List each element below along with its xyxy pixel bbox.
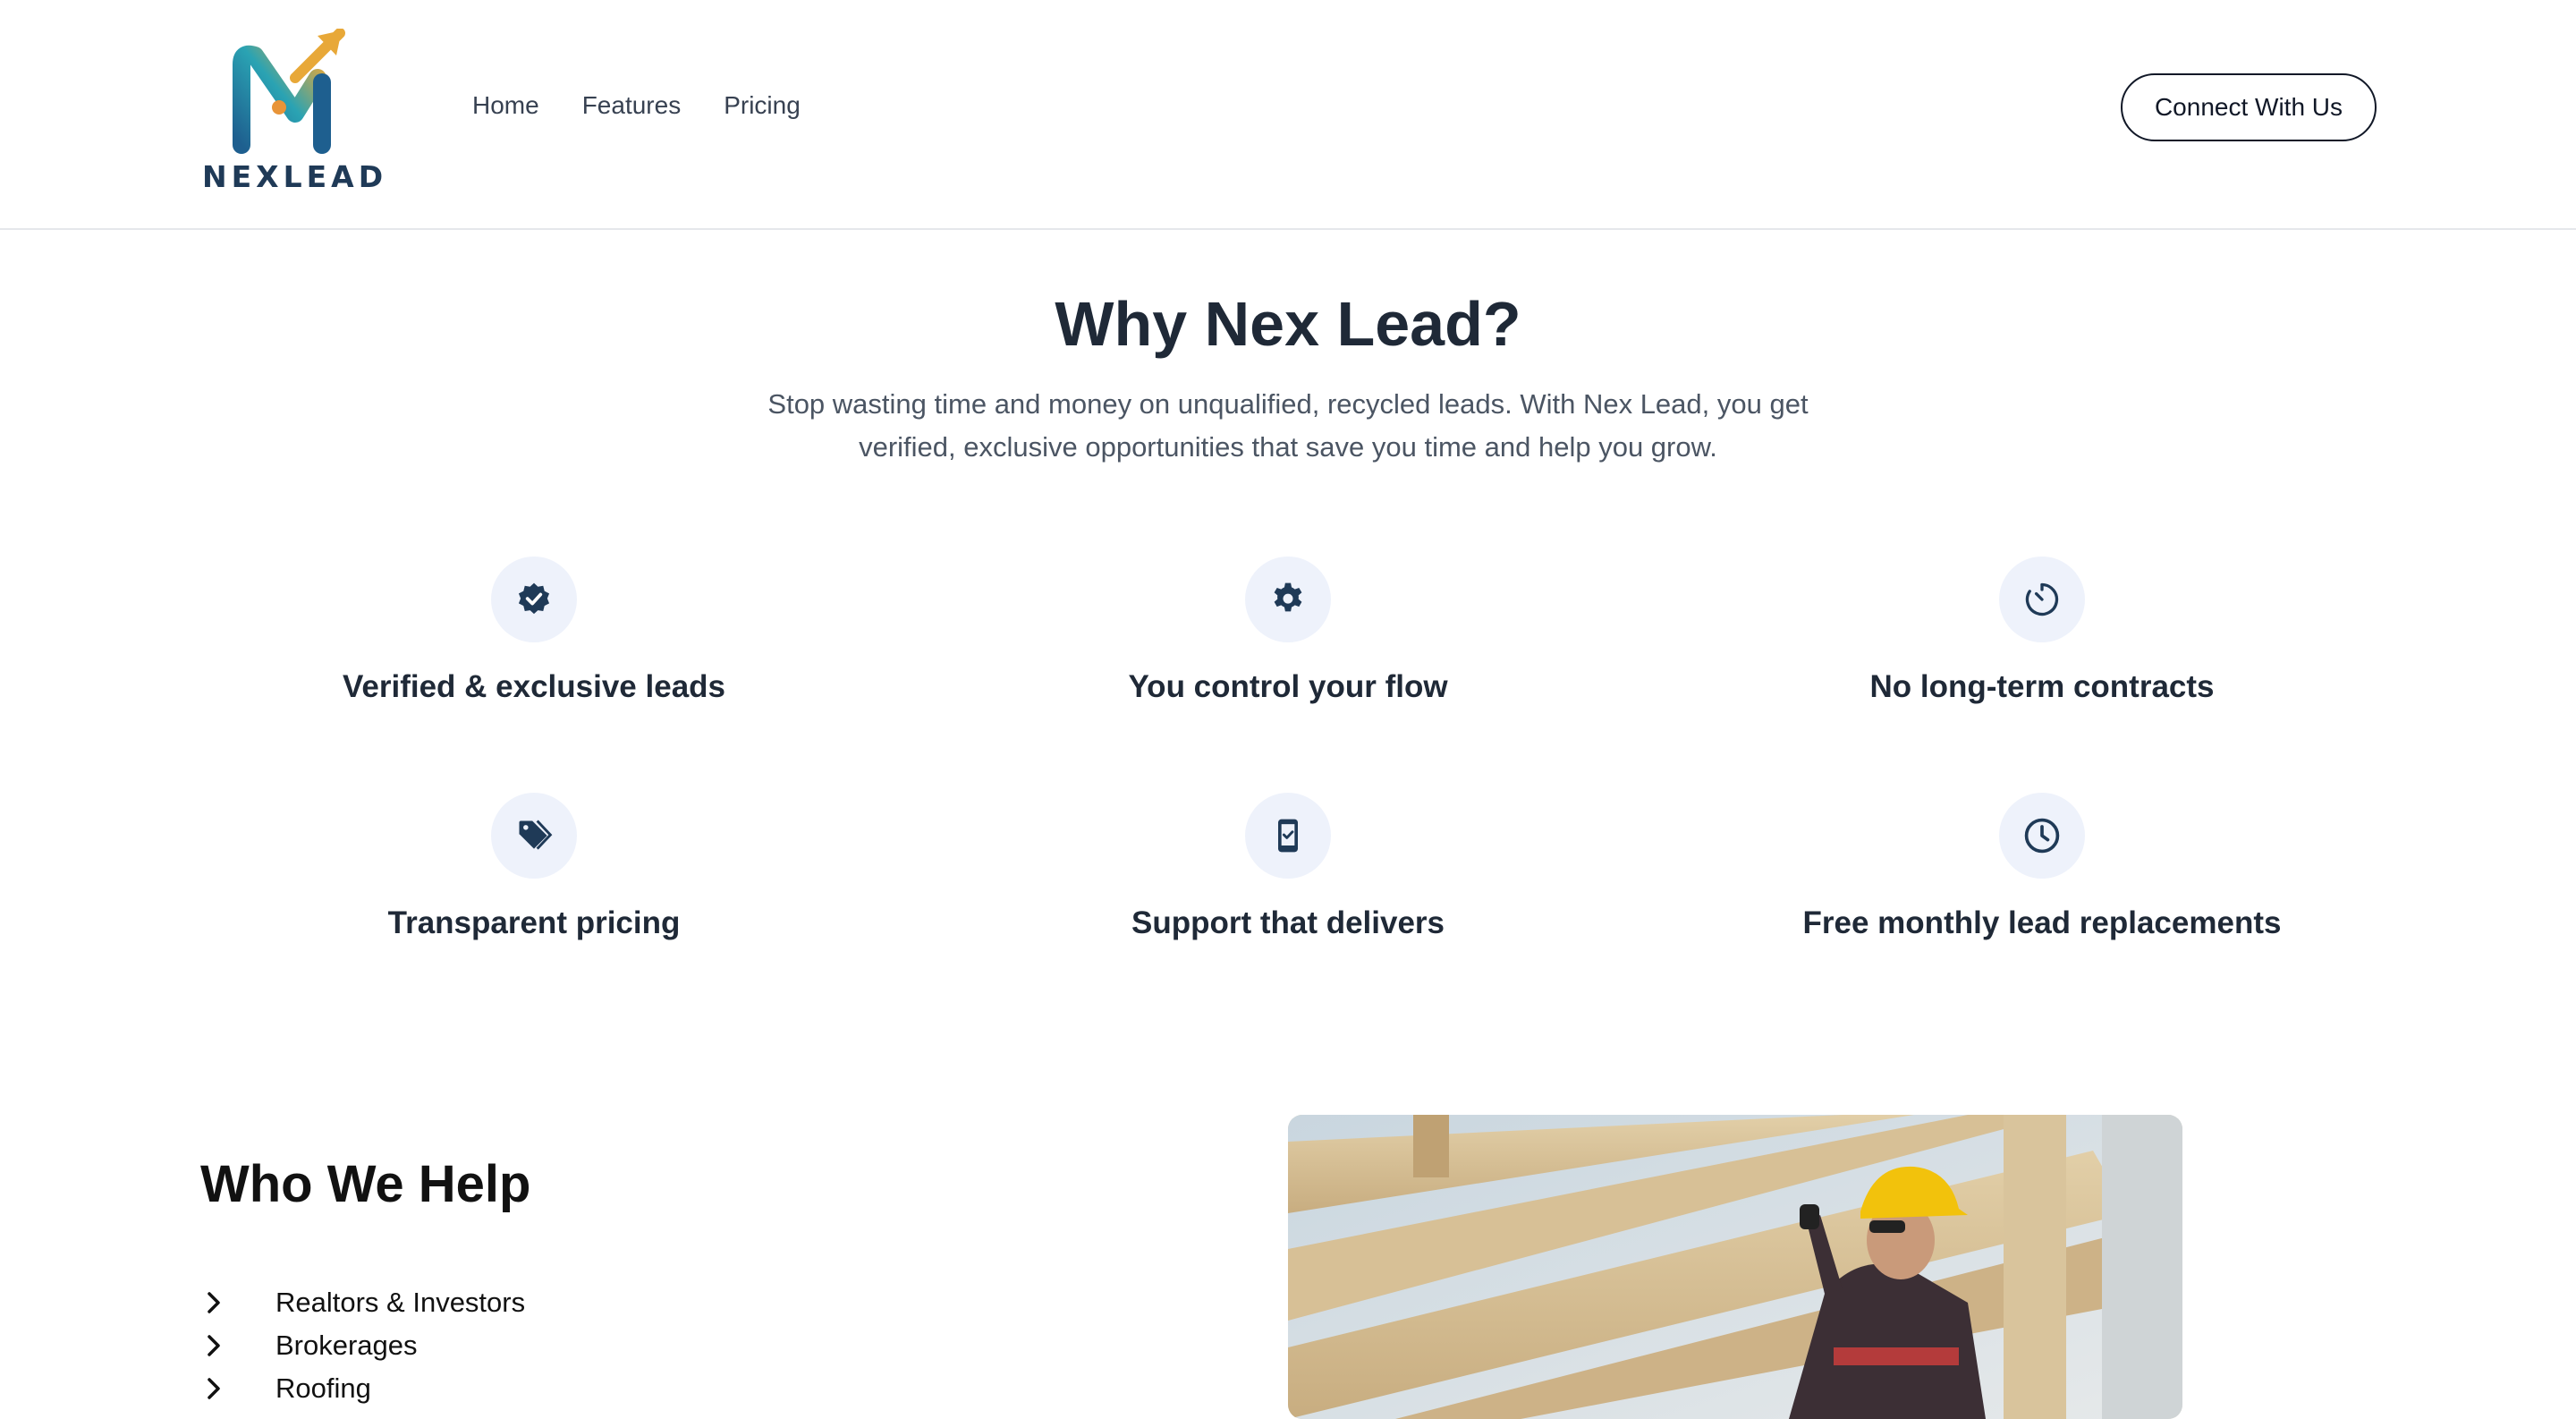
- list-item: Brokerages: [206, 1324, 525, 1367]
- phone-check-icon: [1278, 819, 1298, 853]
- feature-label: Verified & exclusive leads: [342, 669, 725, 704]
- why-subtitle: Stop wasting time and money on unqualifi…: [767, 388, 1809, 463]
- roof-framing-illustration: [1288, 1115, 2182, 1419]
- why-title: Why Nex Lead?: [1055, 289, 1521, 359]
- feature-label: You control your flow: [1128, 669, 1448, 704]
- nav-features[interactable]: Features: [582, 91, 682, 120]
- main-nav: Home Features Pricing: [472, 91, 801, 120]
- brand-logo[interactable]: NEXLEAD: [200, 29, 388, 199]
- clock-icon: [2024, 818, 2060, 854]
- chevron-right-icon: [206, 1376, 245, 1401]
- roofer-photo: [1288, 1115, 2182, 1419]
- site-header: NEXLEAD Home Features Pricing Connect Wi…: [0, 0, 2576, 230]
- connect-button[interactable]: Connect With Us: [2121, 73, 2377, 141]
- feature-replacements: Free monthly lead replacements: [1666, 793, 2418, 941]
- list-item-label: Realtors & Investors: [275, 1287, 526, 1318]
- who-list: Realtors & Investors Brokerages Roofing: [206, 1281, 525, 1410]
- chevron-right-icon: [206, 1333, 245, 1358]
- feature-label: Support that delivers: [1131, 905, 1445, 940]
- list-item: Realtors & Investors: [206, 1281, 525, 1324]
- list-item-label: Roofing: [275, 1372, 371, 1404]
- who-title: Who We Help: [200, 1155, 531, 1213]
- brand-name: NEXLEAD: [202, 159, 388, 194]
- timer-icon: [2025, 582, 2059, 616]
- feature-contracts: No long-term contracts: [1666, 557, 2418, 705]
- nav-pricing[interactable]: Pricing: [724, 91, 801, 120]
- feature-label: No long-term contracts: [1869, 669, 2215, 704]
- feature-pricing: Transparent pricing: [158, 793, 910, 941]
- verified-badge-icon: [518, 582, 550, 615]
- feature-control: You control your flow: [912, 557, 1664, 705]
- list-item: Roofing: [206, 1367, 525, 1410]
- price-tag-icon: [519, 820, 553, 850]
- feature-label: Free monthly lead replacements: [1802, 905, 2282, 940]
- gear-icon: [1274, 582, 1302, 612]
- list-item-label: Brokerages: [275, 1330, 418, 1361]
- feature-verified: Verified & exclusive leads: [158, 557, 910, 705]
- feature-label: Transparent pricing: [387, 905, 681, 940]
- chevron-right-icon: [206, 1290, 245, 1315]
- nexlead-logo-icon: [233, 29, 345, 154]
- nav-home[interactable]: Home: [472, 91, 539, 120]
- feature-support: Support that delivers: [912, 793, 1664, 941]
